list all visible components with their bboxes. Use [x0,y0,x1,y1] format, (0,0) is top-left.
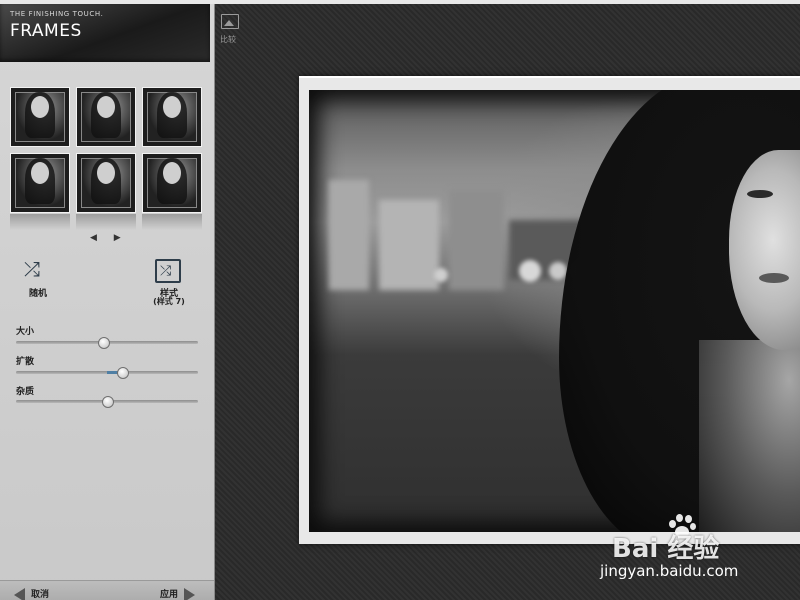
thumbnail-reflection [10,214,70,230]
apply-button[interactable]: 应用 [160,587,196,600]
frame-thumbnail-4[interactable] [10,153,70,213]
shuffle-icon[interactable]: ⤮ [24,257,40,281]
brand-title: FRAMES [10,21,82,41]
random-button-label[interactable]: 随机 [20,286,56,299]
style-value: (样式 7) [153,297,185,306]
photo-building [379,200,439,290]
frame-thumbnail-2[interactable] [76,87,136,147]
spread-slider[interactable] [16,367,198,379]
cancel-button[interactable]: 取消 [14,587,49,600]
bokeh-light [549,262,567,280]
size-slider-label: 大小 [16,327,35,337]
noise-slider[interactable] [16,396,198,408]
subject-neck [699,340,800,532]
frame-thumbnail-6[interactable] [142,153,202,213]
subject-eye [747,190,773,198]
watermark-url: jingyan.baidu.com [600,562,739,580]
cancel-label: 取消 [31,590,50,600]
style-frame-icon[interactable]: ⤮ [155,259,181,283]
frame-thumbnail-1[interactable] [10,87,70,147]
apply-label: 应用 [160,590,179,600]
frames-panel: THE FINISHING TOUCH. FRAMES ◀ ▶ ⤮ 随机 ⤮ 样… [0,4,215,600]
pager-next-icon[interactable]: ▶ [114,233,121,243]
size-slider[interactable] [16,337,198,349]
frame-thumbnail-5[interactable] [76,153,136,213]
arrow-left-icon [14,587,25,600]
bokeh-light [434,268,448,282]
brand-subtitle: THE FINISHING TOUCH. [10,10,104,18]
spread-slider-knob[interactable] [117,367,129,379]
compare-label[interactable]: 比较 [220,34,236,45]
photo-building [449,190,504,290]
preview-canvas: 比较 [215,4,800,600]
photo-frame [299,76,800,544]
noise-slider-knob[interactable] [102,396,114,408]
frames-header: THE FINISHING TOUCH. FRAMES [0,4,210,62]
arrow-right-icon [184,587,196,600]
frame-thumbnail-3[interactable] [142,87,202,147]
spread-slider-label: 扩散 [16,357,35,367]
photo-building [329,180,369,290]
thumbnail-reflection [76,214,136,230]
thumbnail-pager: ◀ ▶ [90,233,135,243]
pager-prev-icon[interactable]: ◀ [90,233,97,243]
noise-slider-label: 杂质 [16,387,35,397]
thumbnail-reflection [142,214,202,230]
bokeh-light [519,260,541,282]
size-slider-knob[interactable] [98,337,110,349]
compare-image-icon[interactable] [221,14,239,29]
subject-lips [759,273,789,283]
action-bar: 取消 应用 [0,580,214,600]
watermark-logo: Bai 经验 [612,534,720,564]
preview-photo [309,90,800,532]
